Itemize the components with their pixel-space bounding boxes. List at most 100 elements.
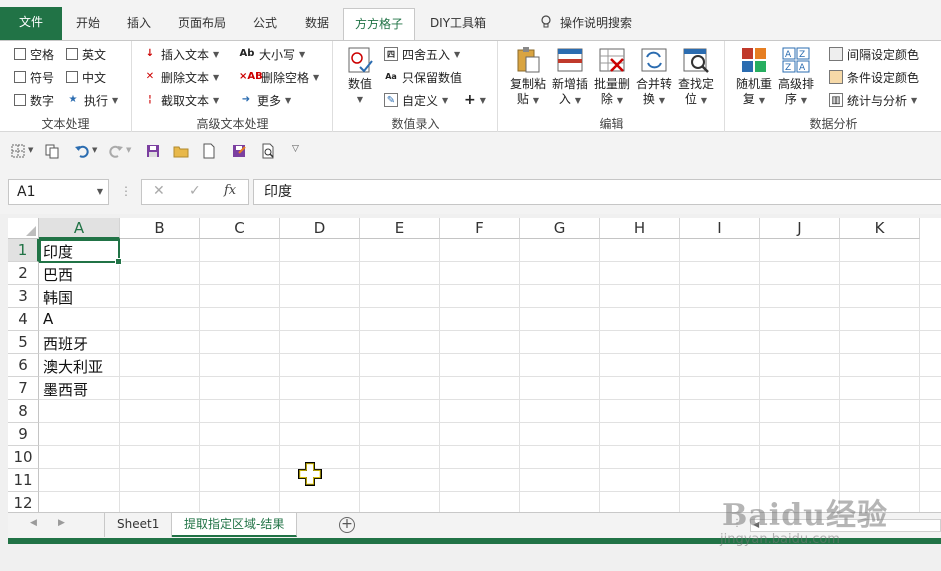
enter-icon[interactable]: ✓ [189,183,201,199]
round-button[interactable]: 四四舍五入 ▼ [384,45,460,63]
row-header-9[interactable]: 9 [8,423,39,446]
column-header-j[interactable]: J [760,218,840,239]
execute-label: 执行 [84,93,109,108]
sheet-tab-result[interactable]: 提取指定区域-结果 [172,513,298,537]
column-header-a[interactable]: A [39,218,120,239]
insert-function-icon[interactable]: fx [224,183,236,198]
random-repeat-button[interactable]: 随机重 复 ▼ [734,45,774,108]
new-file-icon[interactable] [201,143,217,159]
delete-space-button[interactable]: ×AB 删除空格 ▼ [239,68,319,86]
batch-delete-button[interactable]: 批量删 除 ▼ [592,45,632,108]
column-header-c[interactable]: C [200,218,280,239]
chevron-down-icon: ▼ [213,72,220,82]
table-row [39,285,941,308]
active-cell-selection [39,239,122,265]
stats-analysis-button[interactable]: ▥ 统计与分析 ▼ [829,91,917,109]
find-locate-button[interactable]: 查找定 位 ▼ [676,45,716,108]
column-header-b[interactable]: B [120,218,200,239]
save-as-icon[interactable] [231,143,247,159]
value-button[interactable]: 数值 ▼ [340,45,380,107]
name-box[interactable]: A1 ▼ [8,179,109,205]
tell-me-search[interactable]: 操作说明搜索 [540,14,632,31]
sheet-tab-sheet1[interactable]: Sheet1 [104,513,173,537]
cell-a6[interactable]: 澳大利亚 [43,356,103,377]
cell-a5[interactable]: 西班牙 [43,333,88,354]
chevron-down-icon[interactable]: ▼ [28,146,44,162]
row-header-8[interactable]: 8 [8,400,39,423]
ribbon-tab-bar: 文件 开始 插入 页面布局 公式 数据 方方格子 DIY工具箱 操作说明搜索 [0,0,941,40]
borders-icon[interactable] [10,143,26,159]
cancel-icon[interactable]: ✕ [153,183,165,199]
check-english[interactable]: 英文 [66,45,106,63]
execute-button[interactable]: ★ 执行 ▼ [66,91,119,109]
column-header-d[interactable]: D [280,218,360,239]
tab-diy-toolbox[interactable]: DIY工具箱 [418,8,498,40]
column-header-e[interactable]: E [360,218,440,239]
merge-convert-button[interactable]: 合并转 换 ▼ [634,45,674,108]
cell-a3[interactable]: 韩国 [43,287,73,308]
row-header-6[interactable]: 6 [8,354,39,377]
tab-insert[interactable]: 插入 [114,8,164,40]
keep-values-button[interactable]: Aa 只保留数值 [384,68,462,86]
tab-file[interactable]: 文件 [0,7,62,40]
column-header-f[interactable]: F [440,218,520,239]
row-header-10[interactable]: 10 [8,446,39,469]
checkbox-icon [14,94,26,106]
prev-sheet-icon[interactable]: ◀ [30,518,37,528]
row-header-4[interactable]: 4 [8,308,39,331]
formula-input[interactable]: 印度 [253,179,941,205]
more-button[interactable]: ➜ 更多 ▼ [239,91,291,109]
undo-icon[interactable] [74,143,90,159]
plus-button[interactable]: + ▼ [464,91,486,109]
round-icon: 四 [384,47,398,61]
column-header-h[interactable]: H [600,218,680,239]
tab-fangfang[interactable]: 方方格子 [343,8,415,40]
row-header-12[interactable]: 12 [8,492,39,512]
copy-paste-button[interactable]: 复制粘 贴 ▼ [508,45,548,108]
star-icon: ★ [68,94,78,105]
row-header-11[interactable]: 11 [8,469,39,492]
customize-qat-icon[interactable]: ▽ [292,144,308,160]
row-header-1[interactable]: 1 [8,239,39,262]
tab-formulas[interactable]: 公式 [240,8,290,40]
chevron-down-icon[interactable]: ▼ [97,180,103,204]
row-header-7[interactable]: 7 [8,377,39,400]
column-header-k[interactable]: K [840,218,920,239]
case-button[interactable]: Ab 大小写 ▼ [239,45,306,63]
cell-a2[interactable]: 巴西 [43,264,73,285]
check-chinese[interactable]: 中文 [66,68,106,86]
redo-icon[interactable] [108,143,124,159]
insert-new-button[interactable]: 新增插 入 ▼ [550,45,590,108]
open-folder-icon[interactable] [173,143,189,159]
next-sheet-icon[interactable]: ▶ [58,518,65,528]
copy-format-icon[interactable] [44,143,60,159]
cell-a7[interactable]: 墨西哥 [43,379,88,400]
condition-color-button[interactable]: 条件设定颜色 [829,68,919,86]
row-header-3[interactable]: 3 [8,285,39,308]
check-number[interactable]: 数字 [14,91,54,109]
column-header-i[interactable]: I [680,218,760,239]
row-header-5[interactable]: 5 [8,331,39,354]
tab-data[interactable]: 数据 [292,8,342,40]
extract-text-button[interactable]: ¦ 截取文本 ▼ [143,91,219,109]
add-sheet-icon[interactable]: + [339,517,355,533]
worksheet-grid[interactable]: ABCDEFGHIJK 1 2 3 4 5 6 7 8 9 10 11 12 印度 巴西 韩国 A 西班牙 澳大… [8,218,941,512]
save-icon[interactable] [145,143,161,159]
tab-home[interactable]: 开始 [64,8,112,40]
check-space[interactable]: 空格 [14,45,54,63]
print-preview-icon[interactable] [260,143,276,159]
interval-color-button[interactable]: 间隔设定颜色 [829,45,919,63]
custom-button[interactable]: ✎ 自定义 ▼ [384,91,448,109]
insert-text-button[interactable]: ↓ 插入文本 ▼ [143,45,219,63]
table-row [39,423,941,446]
cell-a4[interactable]: A [43,310,53,328]
row-header-2[interactable]: 2 [8,262,39,285]
delete-text-button[interactable]: ✕ 删除文本 ▼ [143,68,219,86]
select-all-corner[interactable] [8,218,39,239]
chevron-down-icon[interactable]: ▼ [126,146,142,162]
check-symbol[interactable]: 符号 [14,68,54,86]
tab-page-layout[interactable]: 页面布局 [166,8,238,40]
advanced-sort-button[interactable]: AZZA 高级排 序 ▼ [776,45,816,108]
column-header-g[interactable]: G [520,218,600,239]
chevron-down-icon[interactable]: ▼ [92,146,108,162]
